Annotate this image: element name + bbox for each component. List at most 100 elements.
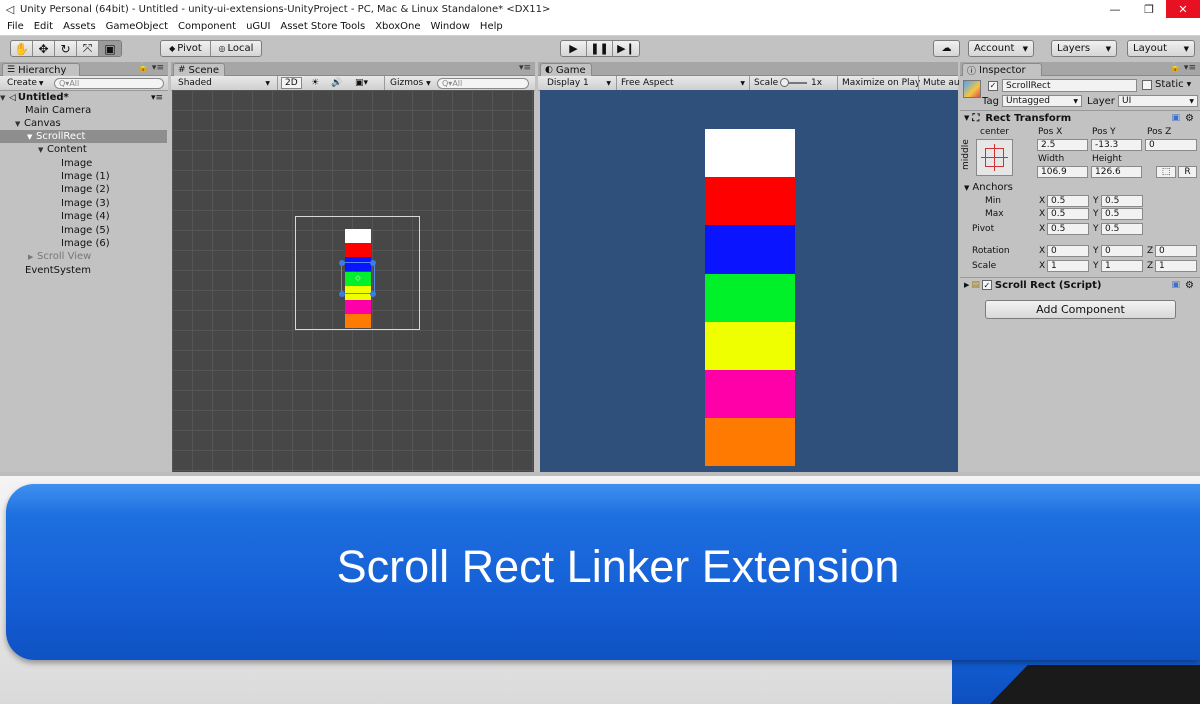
menu-asset-store-tools[interactable]: Asset Store Tools [275,21,370,32]
layers-dropdown[interactable]: Layers ▼ [1051,40,1117,57]
help-icon[interactable]: ▣ [1171,280,1180,290]
hierarchy-item-image-4[interactable]: Image (4) [0,210,167,223]
hierarchy-item-image-6[interactable]: Image (6) [0,237,167,250]
expand-arrow-icon[interactable]: ▼ [15,120,24,128]
tag-dropdown[interactable]: Untagged ▼ [1002,95,1082,107]
layer-dropdown[interactable]: UI ▼ [1118,95,1198,107]
scene-menu-icon[interactable]: ▾≡ [151,93,163,103]
scale-slider-thumb[interactable] [780,78,789,87]
gizmos-dropdown[interactable]: Gizmos ▼ [387,77,434,89]
pos-z-field[interactable]: 0 [1145,139,1197,151]
hierarchy-item-main-camera[interactable]: Main Camera [0,104,167,117]
menu-edit[interactable]: Edit [29,21,58,32]
maximize-on-play-toggle[interactable]: Maximize on Play [839,77,923,89]
shading-dropdown[interactable]: Shaded ▼ [175,77,273,89]
anchor-preset-button[interactable] [976,139,1013,176]
expand-arrow-icon[interactable]: ▼ [964,114,969,122]
menu-component[interactable]: Component [173,21,241,32]
expand-arrow-icon[interactable]: ▶ [28,253,37,261]
height-field[interactable]: 126.6 [1091,166,1142,178]
local-button[interactable]: ◎ Local [211,41,261,56]
panel-menu-icon[interactable]: 🔒 ▾≡ [138,63,164,73]
scale-y-field[interactable]: 1 [1101,260,1143,272]
menu-window[interactable]: Window [425,21,474,32]
raw-edit-button[interactable]: R [1178,166,1197,178]
anchor-max-x-field[interactable]: 0.5 [1047,208,1089,220]
component-enabled-checkbox[interactable]: ✓ [981,280,992,290]
resize-handle[interactable] [339,291,345,297]
hierarchy-item-canvas[interactable]: ▼ Canvas [0,117,167,130]
tab-scene[interactable]: # Scene [173,63,225,76]
rotate-tool-icon[interactable]: ↻ [55,41,77,56]
layout-dropdown[interactable]: Layout ▼ [1127,40,1195,57]
scene-view[interactable]: ◇ [172,90,534,472]
resize-handle[interactable] [370,260,376,266]
component-gear-icon[interactable]: ⚙ [1185,280,1194,291]
add-component-button[interactable]: Add Component [985,300,1176,319]
scale-tool-icon[interactable]: ⤧ [77,41,99,56]
hierarchy-item-eventsystem[interactable]: EventSystem [0,264,167,277]
hierarchy-item-image-1[interactable]: Image (1) [0,170,167,183]
lighting-toggle-icon[interactable]: ☀ [308,77,322,89]
2d-toggle[interactable]: 2D [281,77,302,89]
rotation-x-field[interactable]: 0 [1047,245,1089,257]
resize-handle[interactable] [370,291,376,297]
tab-hierarchy[interactable]: ☰ Hierarchy [2,63,80,76]
hierarchy-item-content[interactable]: ▼ Content [0,143,167,156]
rect-tool-icon[interactable]: ▣ [99,41,121,56]
menu-ugui[interactable]: uGUI [241,21,275,32]
pos-x-field[interactable]: 2.5 [1037,139,1088,151]
pivot-x-field[interactable]: 0.5 [1047,223,1089,235]
active-checkbox[interactable]: ✓ [988,80,998,91]
hierarchy-item-image-3[interactable]: Image (3) [0,197,167,210]
rotation-y-field[interactable]: 0 [1101,245,1143,257]
scene-image-block[interactable] [345,243,371,258]
mute-audio-toggle[interactable]: Mute au [920,77,963,89]
blueprint-mode-icon[interactable]: ⬚ [1156,166,1176,178]
rect-transform-header[interactable]: ▼ ⛶ Rect Transform ▣ ⚙ [960,110,1200,125]
component-gear-icon[interactable]: ⚙ [1185,113,1194,124]
anchor-max-y-field[interactable]: 0.5 [1101,208,1143,220]
menu-file[interactable]: File [2,21,29,32]
expand-arrow-icon[interactable]: ▼ [0,94,9,102]
static-checkbox[interactable] [1142,79,1152,90]
hand-tool-icon[interactable]: ✋ [11,41,33,56]
anchor-min-y-field[interactable]: 0.5 [1101,195,1143,207]
scene-search-input[interactable]: Q▾All [437,78,529,89]
panel-menu-icon[interactable]: ▾≡ [519,63,531,73]
menu-help[interactable]: Help [475,21,508,32]
resize-handle[interactable] [339,260,345,266]
menu-xboxone[interactable]: XboxOne [370,21,425,32]
account-dropdown[interactable]: Account ▼ [968,40,1034,57]
hierarchy-item-image-2[interactable]: Image (2) [0,183,167,196]
tab-inspector[interactable]: ⓘ Inspector [962,63,1042,77]
help-icon[interactable]: ▣ [1171,113,1180,123]
effects-dropdown-icon[interactable]: ▣▾ [352,77,371,89]
step-icon[interactable]: ▶❙ [613,41,639,56]
tab-game[interactable]: ◐ Game [540,63,592,76]
scale-z-field[interactable]: 1 [1155,260,1197,272]
hierarchy-item-scroll-view[interactable]: ▶ Scroll View [0,250,167,263]
hierarchy-item-scrollrect[interactable]: ▼ ScrollRect [0,130,167,143]
menu-gameobject[interactable]: GameObject [101,21,173,32]
scroll-rect-script-header[interactable]: ▶ ▤ ✓ Scroll Rect (Script) ▣ ⚙ [960,277,1200,292]
expand-arrow-icon[interactable]: ▶ [964,281,969,289]
hierarchy-item-image-5[interactable]: Image (5) [0,224,167,237]
rotation-z-field[interactable]: 0 [1155,245,1197,257]
audio-toggle-icon[interactable]: 🔊 [328,77,345,89]
panel-menu-icon[interactable]: 🔒 ▾≡ [1170,63,1196,73]
game-view[interactable] [540,90,958,472]
scene-root-row[interactable]: ▼ ◁ Untitled* ▾≡ [0,91,167,104]
close-button[interactable]: ✕ [1166,0,1200,18]
width-field[interactable]: 106.9 [1037,166,1088,178]
expand-arrow-icon[interactable]: ▼ [964,184,969,192]
expand-arrow-icon[interactable]: ▼ [38,146,47,154]
scene-image-block[interactable] [345,300,371,314]
menu-assets[interactable]: Assets [58,21,101,32]
hierarchy-search-input[interactable]: Q▾All [54,78,164,89]
restore-button[interactable]: ❐ [1132,0,1166,18]
scene-image-block[interactable] [345,229,371,243]
aspect-dropdown[interactable]: Free Aspect ▼ [618,77,748,89]
pivot-handle-icon[interactable]: ◇ [353,274,363,282]
move-tool-icon[interactable]: ✥ [33,41,55,56]
